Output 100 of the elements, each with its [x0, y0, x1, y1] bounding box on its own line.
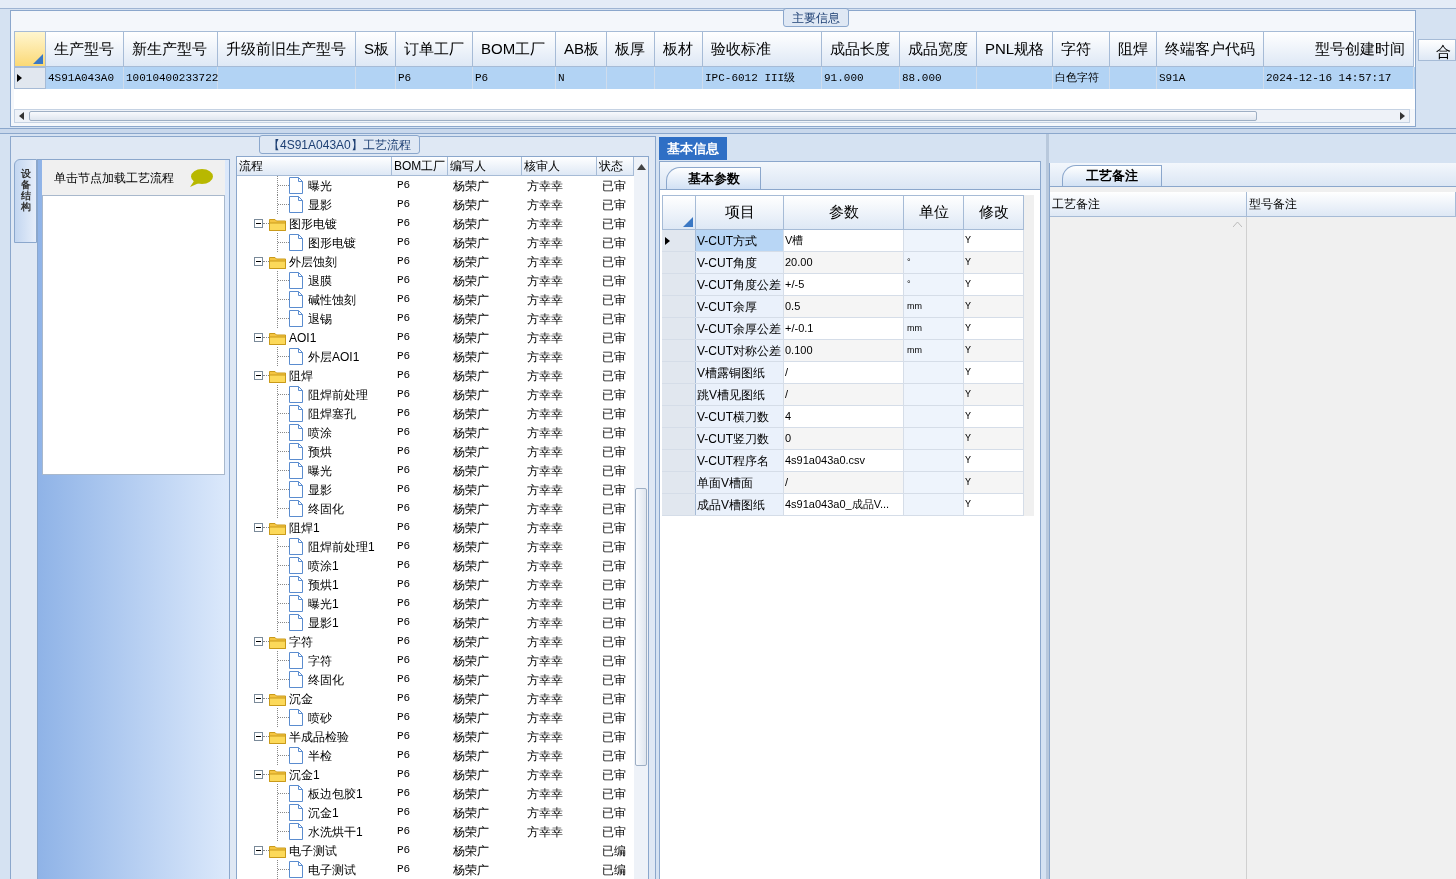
- tree-node-label[interactable]: 沉金1: [308, 803, 339, 822]
- table-row[interactable]: V-CUT程序名 4s91a043a0.csv Y: [662, 450, 1024, 472]
- column-header[interactable]: 型号备注: [1247, 192, 1456, 217]
- column-header[interactable]: 参数: [784, 195, 904, 230]
- column-header[interactable]: 流程: [237, 157, 392, 176]
- row-header[interactable]: [662, 230, 696, 251]
- table-cell[interactable]: V-CUT余厚公差: [696, 318, 784, 339]
- column-header[interactable]: 生产型号: [46, 31, 124, 67]
- tree-node-label[interactable]: 图形电镀: [289, 214, 337, 233]
- tree-node-label[interactable]: 显影: [308, 480, 332, 499]
- tree-node-label[interactable]: 终固化: [308, 499, 344, 518]
- column-header[interactable]: 核审人: [522, 157, 597, 176]
- column-header[interactable]: 板材: [655, 31, 703, 67]
- tree-node-label[interactable]: 退膜: [308, 271, 332, 290]
- table-cell[interactable]: 单面V槽面: [696, 472, 784, 493]
- table-row[interactable]: 4S91A043A0 10010400233722 P6 P6 N IPC-6012 III级 91.000 88.000 白色字符 S91A 2024-12-16 14:57:17: [14, 67, 1415, 89]
- column-header[interactable]: 板厚: [607, 31, 655, 67]
- corner-header[interactable]: [662, 195, 696, 230]
- table-cell[interactable]: V-CUT对称公差: [696, 340, 784, 361]
- column-header[interactable]: 修改: [964, 195, 1024, 230]
- tree-node-label[interactable]: 碱性蚀刻: [308, 290, 356, 309]
- table-cell[interactable]: V-CUT程序名: [696, 450, 784, 471]
- column-header[interactable]: 成品长度: [822, 31, 900, 67]
- table-row[interactable]: V-CUT角度公差 +/-5 ° Y: [662, 274, 1024, 296]
- table-row[interactable]: V槽露铜图纸 / Y: [662, 362, 1024, 384]
- tree-node-label[interactable]: 阻焊前处理1: [308, 537, 375, 556]
- scroll-up-icon[interactable]: [636, 163, 646, 170]
- table-row[interactable]: V-CUT对称公差 0.100 mm Y: [662, 340, 1024, 362]
- side-tab[interactable]: 设备结构: [14, 159, 37, 243]
- tree-node-label[interactable]: 沉金1: [289, 765, 320, 784]
- sub-tab[interactable]: 工艺备注: [1062, 165, 1162, 186]
- tree-node-label[interactable]: AOI1: [289, 328, 317, 347]
- collapse-icon[interactable]: [254, 333, 263, 342]
- tree-node-label[interactable]: 显影: [308, 195, 332, 214]
- tree-node-label[interactable]: 喷涂1: [308, 556, 339, 575]
- column-header[interactable]: 验收标准: [703, 31, 822, 67]
- collapse-icon[interactable]: [254, 694, 263, 703]
- tree-node-label[interactable]: 阻焊塞孔: [308, 404, 356, 423]
- sub-tab[interactable]: 基本参数: [666, 167, 761, 189]
- collapse-icon[interactable]: [254, 371, 263, 380]
- column-header[interactable]: 编写人: [448, 157, 522, 176]
- table-cell[interactable]: V-CUT横刀数: [696, 406, 784, 427]
- column-header[interactable]: 订单工厂: [396, 31, 473, 67]
- collapse-icon[interactable]: [254, 770, 263, 779]
- tree-node-label[interactable]: 阻焊: [289, 366, 313, 385]
- table-row[interactable]: V-CUT角度 20.00 ° Y: [662, 252, 1024, 274]
- collapse-icon[interactable]: [254, 637, 263, 646]
- tree-node-label[interactable]: 字符: [289, 632, 313, 651]
- tree-node-label[interactable]: 电子测试: [289, 841, 337, 860]
- tree-node-label[interactable]: 图形电镀: [308, 233, 356, 252]
- collapse-icon[interactable]: [254, 732, 263, 741]
- tree-node-label[interactable]: 阻焊1: [289, 518, 320, 537]
- corner-header[interactable]: [14, 31, 46, 67]
- tree-node-label[interactable]: 曝光: [308, 176, 332, 195]
- tree-node-label[interactable]: 曝光1: [308, 594, 339, 613]
- tree-node-label[interactable]: 水洗烘干1: [308, 822, 363, 841]
- column-header[interactable]: 状态: [597, 157, 634, 176]
- table-row[interactable]: 单面V槽面 / Y: [662, 472, 1024, 494]
- tree-node-label[interactable]: 阻焊前处理: [308, 385, 368, 404]
- tree-node-label[interactable]: 退锡: [308, 309, 332, 328]
- column-header[interactable]: BOM工厂: [473, 31, 556, 67]
- table-row[interactable]: V-CUT余厚公差 +/-0.1 mm Y: [662, 318, 1024, 340]
- table-cell[interactable]: V槽露铜图纸: [696, 362, 784, 383]
- column-header[interactable]: S板: [356, 31, 396, 67]
- column-header[interactable]: 工艺备注: [1050, 192, 1247, 217]
- column-header[interactable]: 升级前旧生产型号: [218, 31, 356, 67]
- table-cell[interactable]: 成品V槽图纸: [696, 494, 784, 515]
- collapse-icon[interactable]: [254, 257, 263, 266]
- table-row[interactable]: V-CUT竖刀数 0 Y: [662, 428, 1024, 450]
- column-header[interactable]: AB板: [556, 31, 607, 67]
- column-header[interactable]: 单位: [904, 195, 964, 230]
- tree-node-label[interactable]: 终固化: [308, 670, 344, 689]
- column-header[interactable]: 阻焊: [1110, 31, 1157, 67]
- column-header[interactable]: 成品宽度: [900, 31, 977, 67]
- collapse-icon[interactable]: [254, 219, 263, 228]
- tree-node-label[interactable]: 曝光: [308, 461, 332, 480]
- tree-node-label[interactable]: 字符: [308, 651, 332, 670]
- tree-node-label[interactable]: 外层AOI1: [308, 347, 360, 366]
- tree-node-label[interactable]: 电子测试: [308, 860, 356, 879]
- column-header[interactable]: 项目: [696, 195, 784, 230]
- tree-node-label[interactable]: 外层蚀刻: [289, 252, 337, 271]
- table-cell[interactable]: V-CUT角度: [696, 252, 784, 273]
- table-cell[interactable]: V-CUT竖刀数: [696, 428, 784, 449]
- column-header[interactable]: 字符: [1053, 31, 1110, 67]
- column-header[interactable]: 新生产型号: [124, 31, 218, 67]
- table-cell[interactable]: 跳V槽见图纸: [696, 384, 784, 405]
- table-cell[interactable]: V-CUT方式: [696, 230, 784, 251]
- table-cell[interactable]: V-CUT余厚: [696, 296, 784, 317]
- tree-node-label[interactable]: 喷砂: [308, 708, 332, 727]
- table-row[interactable]: V-CUT余厚 0.5 mm Y: [662, 296, 1024, 318]
- tree-node-label[interactable]: 喷涂: [308, 423, 332, 442]
- tree-node-label[interactable]: 半成品检验: [289, 727, 349, 746]
- column-header[interactable]: PNL规格: [977, 31, 1053, 67]
- horizontal-scrollbar[interactable]: [14, 109, 1410, 123]
- collapse-icon[interactable]: [254, 523, 263, 532]
- table-row[interactable]: V-CUT方式 V槽 Y: [662, 230, 1024, 252]
- table-row[interactable]: V-CUT横刀数 4 Y: [662, 406, 1024, 428]
- tree-node-label[interactable]: 预烘: [308, 442, 332, 461]
- tree-node-label[interactable]: 半检: [308, 746, 332, 765]
- column-header[interactable]: BOM工厂: [392, 157, 448, 176]
